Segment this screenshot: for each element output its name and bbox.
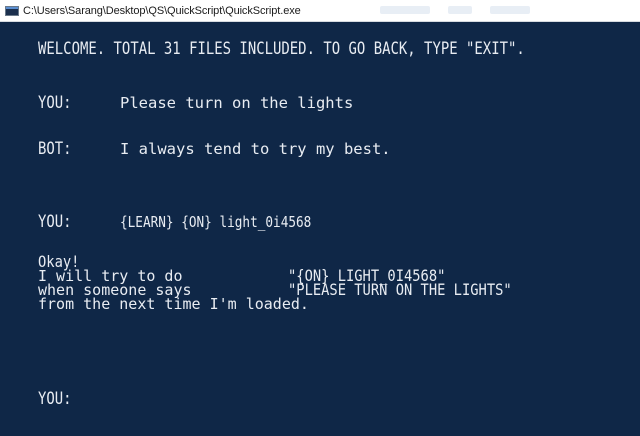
- title-bar[interactable]: C:\Users\Sarang\Desktop\QS\QuickScript\Q…: [0, 0, 640, 22]
- learn-row-value: "PLEASE TURN ON THE LIGHTS": [288, 280, 512, 299]
- chat-message: Please turn on the lights: [120, 94, 354, 112]
- speaker-label: BOT:: [38, 139, 72, 159]
- window-title: C:\Users\Sarang\Desktop\QS\QuickScript\Q…: [23, 4, 301, 17]
- input-prompt[interactable]: YOU:: [38, 391, 72, 408]
- speaker-label: YOU:: [38, 212, 72, 232]
- ghost-tab: [448, 6, 472, 14]
- chat-message: I always tend to try my best.: [120, 140, 391, 158]
- learn-row-label: from the next time I'm loaded.: [38, 295, 309, 313]
- chat-message: {LEARN} {ON} light_0i4568: [120, 213, 312, 231]
- title-bar-background-decoration: [380, 6, 530, 14]
- learn-response-row: from the next time I'm loaded.: [38, 297, 309, 312]
- speaker-label: YOU:: [38, 93, 72, 113]
- learn-response: Okay! I will try to do "{ON} LIGHT_0I456…: [38, 254, 512, 312]
- console-window: C:\Users\Sarang\Desktop\QS\QuickScript\Q…: [0, 0, 640, 436]
- console-output[interactable]: WELCOME. TOTAL 31 FILES INCLUDED. TO GO …: [0, 22, 640, 436]
- ghost-tab: [380, 6, 430, 14]
- console-window-icon: [5, 5, 19, 16]
- welcome-line: WELCOME. TOTAL 31 FILES INCLUDED. TO GO …: [38, 39, 525, 59]
- ghost-tab: [490, 6, 530, 14]
